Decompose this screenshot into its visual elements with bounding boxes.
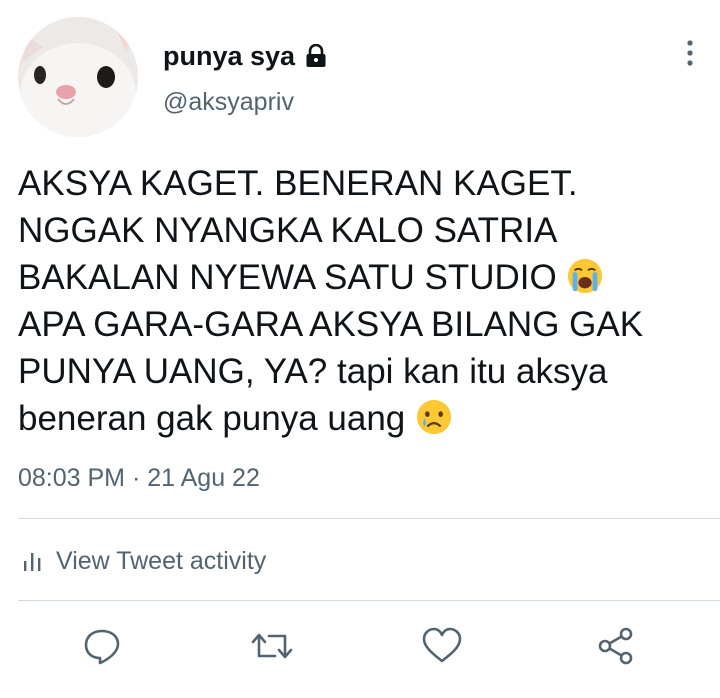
crying-face-emoji-icon [416, 399, 452, 435]
divider-top [18, 518, 720, 519]
tweet-line-5: PUNYA UANG, YA? tapi kan itu aksya [18, 352, 608, 391]
tweet-timestamp[interactable]: 08:03 PM · 21 Agu 22 [18, 462, 260, 494]
avatar[interactable] [18, 17, 138, 137]
activity-chart-icon [24, 553, 41, 571]
display-name[interactable]: punya sya [163, 40, 327, 72]
tweet-line-3: BAKALAN NYEWA SATU STUDIO [18, 258, 557, 297]
more-options-icon[interactable] [682, 38, 698, 68]
cat-avatar-image [18, 17, 138, 137]
loudly-crying-face-emoji-icon [568, 258, 603, 294]
tweet-line-1: AKSYA KAGET. BENERAN KAGET. [18, 164, 578, 203]
lock-icon [306, 44, 326, 67]
share-icon [598, 627, 633, 665]
tweet-text: AKSYA KAGET. BENERAN KAGET. NGGAK NYANGK… [18, 160, 708, 442]
view-tweet-activity-link[interactable]: View Tweet activity [22, 545, 266, 577]
tweet-time: 08:03 PM [18, 464, 126, 492]
retweet-button[interactable] [250, 624, 294, 668]
share-button[interactable] [594, 624, 638, 668]
display-name-text: punya sya [163, 41, 296, 71]
view-tweet-activity-label: View Tweet activity [56, 547, 267, 575]
retweet-icon [251, 633, 293, 659]
tweet-line-6: beneran gak punya uang [18, 399, 406, 438]
user-handle[interactable]: @aksyapriv [163, 87, 294, 117]
timestamp-separator: · [131, 464, 141, 492]
divider-bottom [18, 600, 720, 601]
tweet-line-4: APA GARA-GARA AKSYA BILANG GAK [18, 305, 644, 344]
like-button[interactable] [420, 624, 464, 668]
tweet-date: 21 Agu 22 [147, 464, 260, 492]
reply-button[interactable] [80, 624, 124, 668]
tweet-line-2: NGGAK NYANGKA KALO SATRIA [18, 211, 558, 250]
reply-icon [84, 629, 120, 665]
heart-icon [422, 627, 462, 663]
